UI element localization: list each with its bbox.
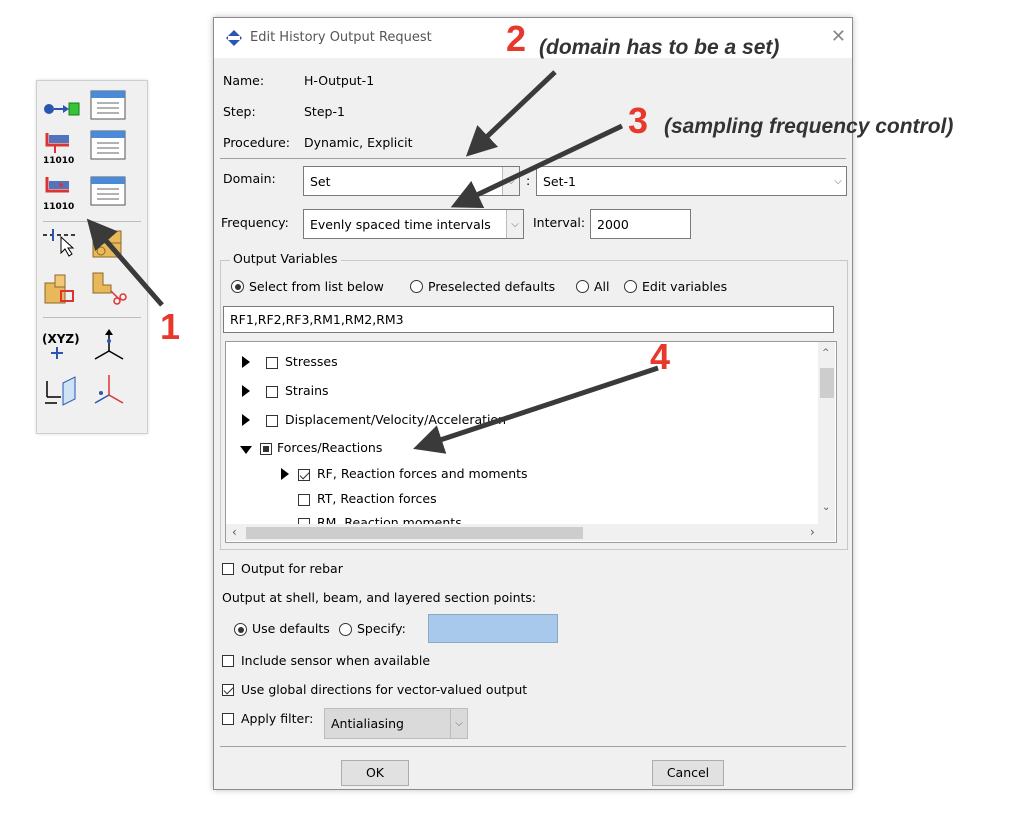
annotation-text-2: (domain has to be a set) <box>539 36 780 59</box>
annotation-number-4: 4 <box>650 336 671 377</box>
annotation-text-3: (sampling frequency control) <box>664 115 954 138</box>
annotation-number-2: 2 <box>506 18 527 59</box>
annotation-number-3: 3 <box>628 100 649 141</box>
arrow-2 <box>465 70 557 157</box>
arrow-4 <box>413 365 659 454</box>
annotation-number-1: 1 <box>160 306 181 347</box>
arrow-1 <box>86 218 164 307</box>
